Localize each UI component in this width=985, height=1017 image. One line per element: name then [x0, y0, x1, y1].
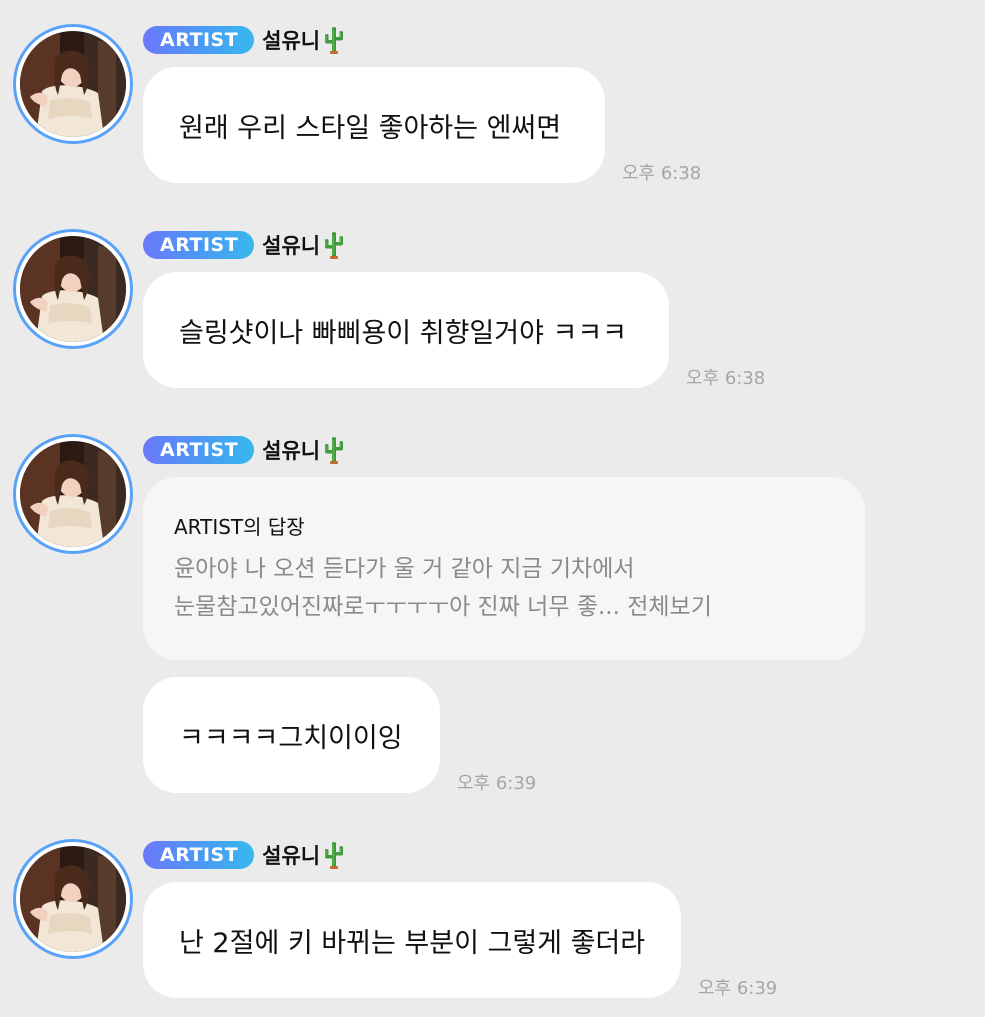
sender-name[interactable]: 설유니 [262, 230, 346, 260]
message-header: ARTIST 설유니 [143, 231, 346, 259]
cactus-icon [322, 841, 346, 869]
cactus-icon [322, 26, 346, 54]
reply-title: ARTIST의 답장 [174, 515, 305, 539]
artist-badge: ARTIST [143, 231, 255, 259]
see-more-link[interactable]: 전체보기 [627, 594, 712, 620]
avatar-photo [20, 441, 126, 547]
chat-container: ARTIST 설유니 원래 우리 스타일 좋아하는 엔써면 오후 6:38 AR… [0, 0, 985, 1017]
message-header: ARTIST 설유니 [143, 841, 346, 869]
message-time: 오후 6:38 [622, 163, 702, 184]
avatar[interactable] [13, 229, 133, 349]
artist-badge: ARTIST [143, 436, 255, 464]
message-time: 오후 6:39 [457, 773, 537, 794]
sender-name-text: 설유니 [262, 234, 321, 258]
sender-name-text: 설유니 [262, 29, 321, 53]
message-bubble[interactable]: 원래 우리 스타일 좋아하는 엔써면 [143, 67, 605, 183]
message-header: ARTIST 설유니 [143, 436, 346, 464]
sender-name-text: 설유니 [262, 439, 321, 463]
sender-name[interactable]: 설유니 [262, 435, 346, 465]
cactus-icon [322, 436, 346, 464]
sender-name-text: 설유니 [262, 844, 321, 868]
message-bubble[interactable]: 난 2절에 키 바뀌는 부분이 그렇게 좋더라 [143, 882, 681, 998]
artist-badge: ARTIST [143, 26, 255, 54]
reply-line-2: 눈물참고있어진짜로ㅜㅜㅜㅜ아 진짜 너무 좋... 전체보기 [174, 588, 865, 626]
avatar-photo [20, 31, 126, 137]
message-time: 오후 6:38 [686, 368, 766, 389]
sender-name[interactable]: 설유니 [262, 25, 346, 55]
reply-quote-bubble[interactable]: ARTIST의 답장 윤아야 나 오션 듣다가 울 거 같아 지금 기차에서 눈… [143, 477, 865, 660]
cactus-icon [322, 231, 346, 259]
sender-name[interactable]: 설유니 [262, 840, 346, 870]
reply-line-1: 윤아야 나 오션 듣다가 울 거 같아 지금 기차에서 [174, 556, 635, 582]
avatar[interactable] [13, 839, 133, 959]
message-time: 오후 6:39 [698, 978, 778, 999]
avatar-photo [20, 236, 126, 342]
message-header: ARTIST 설유니 [143, 26, 346, 54]
avatar-photo [20, 846, 126, 952]
message-bubble[interactable]: ㅋㅋㅋㅋ그치이이잉 [143, 677, 440, 793]
avatar[interactable] [13, 434, 133, 554]
reply-preview-text: 윤아야 나 오션 듣다가 울 거 같아 지금 기차에서 눈물참고있어진짜로ㅜㅜㅜ… [174, 550, 865, 626]
reply-line-2-text: 눈물참고있어진짜로ㅜㅜㅜㅜ아 진짜 너무 좋... [174, 594, 620, 620]
avatar[interactable] [13, 24, 133, 144]
message-bubble[interactable]: 슬링샷이나 빠삐용이 취향일거야 ㅋㅋㅋ [143, 272, 669, 388]
artist-badge: ARTIST [143, 841, 255, 869]
